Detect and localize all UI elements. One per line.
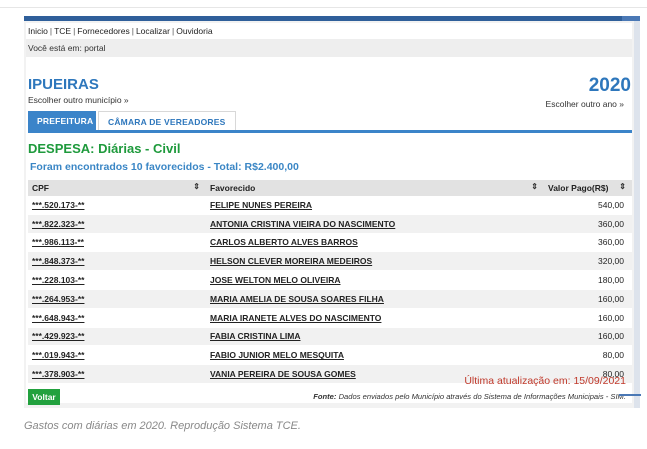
window-right-edge [634,21,640,408]
valor-cell: 180,00 [544,270,632,290]
table-header-row: CPF ⇕ Favorecido ⇕ Valor Pago(R$) ⇕ [28,180,632,196]
tab-camara-vereadores[interactable]: CÂMARA DE VEREADORES [98,111,236,131]
cpf-link[interactable]: ***.648.943-** [28,308,206,328]
table-row: ***.520.173-** FELIPE NUNES PEREIRA 540,… [28,196,632,215]
header-valor-label: Valor Pago(R$) [548,183,609,193]
header-favorecido[interactable]: Favorecido ⇕ [206,180,544,196]
tab-prefeitura[interactable]: PREFEITURA [28,111,96,131]
table-row: ***.429.923-** FABIA CRISTINA LIMA 160,0… [28,327,632,347]
header-cpf[interactable]: CPF ⇕ [28,180,206,196]
nav-tce[interactable]: TCE [54,26,71,36]
table-row: ***.264.953-** MARIA AMELIA DE SOUSA SOA… [28,289,632,309]
cpf-link[interactable]: ***.520.173-** [28,196,206,215]
table-row: ***.986.113-** CARLOS ALBERTO ALVES BARR… [28,233,632,253]
cpf-link[interactable]: ***.378.903-** [28,364,206,384]
nav-localizar[interactable]: Localizar [136,26,170,36]
favorecidos-table: CPF ⇕ Favorecido ⇕ Valor Pago(R$) ⇕ ***.… [28,180,632,384]
tab-underline [28,130,632,133]
change-ano-link[interactable]: Escolher outro ano » [546,99,624,109]
table-row: ***.228.103-** JOSE WELTON MELO OLIVEIRA… [28,270,632,290]
table-row: ***.822.323-** ANTONIA CRISTINA VIEIRA D… [28,214,632,234]
valor-cell: 540,00 [544,196,632,215]
last-update-text: Última atualização em: 15/09/2021 [464,375,626,387]
favorecido-link[interactable]: CARLOS ALBERTO ALVES BARROS [206,233,544,253]
sort-icon[interactable]: ⇕ [619,182,626,191]
municipio-name: IPUEIRAS [28,76,99,93]
entity-tabs: PREFEITURA CÂMARA DE VEREADORES [28,111,236,131]
valor-cell: 360,00 [544,214,632,234]
cpf-link[interactable]: ***.264.953-** [28,289,206,309]
change-municipio-link[interactable]: Escolher outro município » [28,95,129,105]
portal-page: Inicio | TCE | Fornecedores | Localizar | Ouvido… [26,23,632,405]
favorecido-link[interactable]: MARIA AMELIA DE SOUSA SOARES FILHA [206,289,544,309]
sort-icon[interactable]: ⇕ [531,182,538,191]
fonte-label: Fonte: [313,392,337,401]
header-favorecido-label: Favorecido [210,183,256,193]
favorecido-link[interactable]: ANTONIA CRISTINA VIEIRA DO NASCIMENTO [206,214,544,234]
results-summary: Foram encontrados 10 favorecidos - Total… [30,161,299,173]
favorecido-link[interactable]: FABIO JUNIOR MELO MESQUITA [206,345,544,366]
favorecido-link[interactable]: MARIA IRANETE ALVES DO NASCIMENTO [206,308,544,328]
data-source-note: Fonte: Dados enviados pelo Município atr… [313,392,626,401]
valor-cell: 80,00 [544,345,632,366]
table-row: ***.848.373-** HELSON CLEVER MOREIRA MED… [28,251,632,272]
header-cpf-label: CPF [32,183,49,193]
favorecido-link[interactable]: FELIPE NUNES PEREIRA [206,196,544,215]
image-caption: Gastos com diárias em 2020. Reprodução S… [24,420,301,432]
valor-cell: 160,00 [544,308,632,328]
valor-cell: 320,00 [544,251,632,272]
screenshot-frame: Inicio | TCE | Fornecedores | Localizar | Ouvido… [24,16,640,408]
fonte-text: Dados enviados pelo Município através do… [338,392,626,401]
valor-cell: 160,00 [544,327,632,347]
nav-fornecedores[interactable]: Fornecedores [77,26,129,36]
despesa-title: DESPESA: Diárias - Civil [28,141,181,156]
header-valor-pago[interactable]: Valor Pago(R$) ⇕ [544,180,632,196]
favorecido-link[interactable]: JOSE WELTON MELO OLIVEIRA [206,270,544,290]
breadcrumb-text: Você está em: portal [28,43,106,53]
cpf-link[interactable]: ***.019.943-** [28,345,206,366]
table-row: ***.019.943-** FABIO JUNIOR MELO MESQUIT… [28,345,632,366]
valor-cell: 160,00 [544,289,632,309]
favorecido-link[interactable]: FABIA CRISTINA LIMA [206,327,544,347]
sort-icon[interactable]: ⇕ [193,182,200,191]
table-row: ***.648.943-** MARIA IRANETE ALVES DO NA… [28,308,632,328]
nav-ouvidoria[interactable]: Ouvidoria [176,26,212,36]
frame-corner-accent [619,394,641,396]
nav-inicio[interactable]: Inicio [28,26,48,36]
top-navigation: Inicio | TCE | Fornecedores | Localizar | Ouvido… [28,26,213,36]
breadcrumb: Você está em: portal [26,39,632,57]
cpf-link[interactable]: ***.228.103-** [28,270,206,290]
valor-cell: 360,00 [544,233,632,253]
cpf-link[interactable]: ***.986.113-** [28,233,206,253]
window-top-bar [24,16,640,21]
cpf-link[interactable]: ***.848.373-** [28,251,206,272]
favorecido-link[interactable]: HELSON CLEVER MOREIRA MEDEIROS [206,251,544,272]
top-divider [0,7,647,8]
cpf-link[interactable]: ***.429.923-** [28,327,206,347]
ano-value: 2020 [588,75,631,96]
voltar-button[interactable]: Voltar [28,389,60,405]
cpf-link[interactable]: ***.822.323-** [28,214,206,234]
